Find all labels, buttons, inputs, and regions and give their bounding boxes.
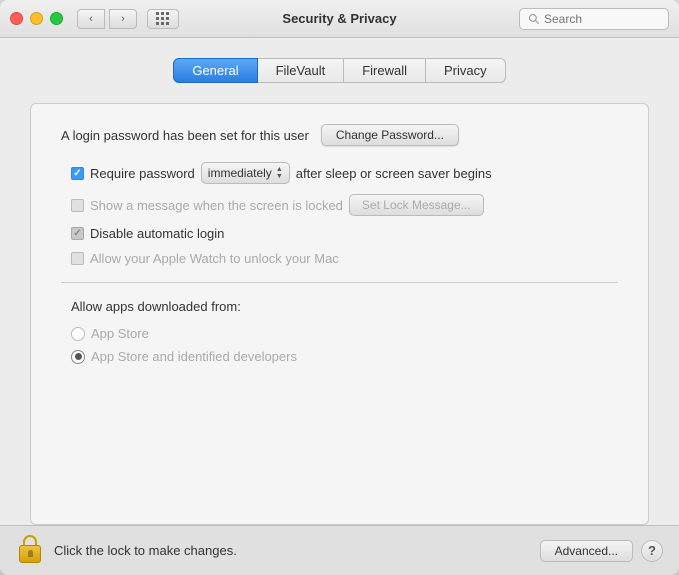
lock-icon[interactable] [16, 535, 44, 567]
grid-icon [156, 12, 170, 26]
allow-watch-checkbox[interactable] [71, 252, 84, 265]
search-input[interactable] [544, 12, 654, 26]
lock-keyhole [28, 550, 33, 557]
disable-autologin-row: Disable automatic login [71, 226, 618, 241]
allow-apps-title: Allow apps downloaded from: [71, 299, 618, 314]
tab-filevault[interactable]: FileVault [258, 58, 345, 83]
maximize-button[interactable] [50, 12, 63, 25]
radio-app-store[interactable] [71, 327, 85, 341]
show-message-checkbox[interactable] [71, 199, 84, 212]
content: General FileVault Firewall Privacy A log… [0, 38, 679, 525]
tab-firewall[interactable]: Firewall [344, 58, 426, 83]
immediately-dropdown[interactable]: immediately ▲ ▼ [201, 162, 290, 184]
immediately-value: immediately [208, 166, 272, 180]
dropdown-arrows-icon: ▲ ▼ [276, 166, 283, 180]
require-password-label: Require password [90, 166, 195, 181]
divider [61, 282, 618, 283]
nav-buttons: ‹ › [77, 9, 137, 29]
lock-shackle [23, 535, 37, 545]
lock-message-text: Click the lock to make changes. [54, 543, 237, 558]
after-sleep-text: after sleep or screen saver begins [296, 166, 492, 181]
minimize-button[interactable] [30, 12, 43, 25]
main-panel: A login password has been set for this u… [30, 103, 649, 525]
radio-app-store-row: App Store [71, 326, 618, 341]
window: ‹ › Security & Privacy General FileVault… [0, 0, 679, 575]
search-icon [528, 13, 540, 25]
lock-body [19, 545, 41, 563]
grid-view-button[interactable] [147, 9, 179, 29]
set-lock-message-button[interactable]: Set Lock Message... [349, 194, 484, 216]
require-password-row: Require password immediately ▲ ▼ after s… [71, 162, 618, 184]
search-box[interactable] [519, 8, 669, 30]
bottom-bar: Click the lock to make changes. Advanced… [0, 525, 679, 575]
advanced-button[interactable]: Advanced... [540, 540, 633, 562]
change-password-button[interactable]: Change Password... [321, 124, 459, 146]
tab-general[interactable]: General [173, 58, 257, 83]
radio-app-store-label: App Store [91, 326, 149, 341]
forward-button[interactable]: › [109, 9, 137, 29]
close-button[interactable] [10, 12, 23, 25]
show-message-label: Show a message when the screen is locked [90, 198, 343, 213]
login-password-text: A login password has been set for this u… [61, 128, 309, 143]
require-password-checkbox[interactable] [71, 167, 84, 180]
disable-autologin-checkbox[interactable] [71, 227, 84, 240]
show-message-row: Show a message when the screen is locked… [71, 194, 618, 216]
options-section: Require password immediately ▲ ▼ after s… [71, 162, 618, 266]
bottom-right-controls: Advanced... ? [540, 540, 663, 562]
back-button[interactable]: ‹ [77, 9, 105, 29]
radio-identified-developers[interactable] [71, 350, 85, 364]
login-password-row: A login password has been set for this u… [61, 124, 618, 146]
titlebar: ‹ › Security & Privacy [0, 0, 679, 38]
allow-watch-label: Allow your Apple Watch to unlock your Ma… [90, 251, 339, 266]
tabs: General FileVault Firewall Privacy [30, 58, 649, 83]
help-button[interactable]: ? [641, 540, 663, 562]
radio-identified-row: App Store and identified developers [71, 349, 618, 364]
allow-apps-section: Allow apps downloaded from: App Store Ap… [61, 299, 618, 364]
radio-identified-label: App Store and identified developers [91, 349, 297, 364]
disable-autologin-label: Disable automatic login [90, 226, 224, 241]
allow-watch-row: Allow your Apple Watch to unlock your Ma… [71, 251, 618, 266]
window-title: Security & Privacy [282, 11, 396, 26]
tab-privacy[interactable]: Privacy [426, 58, 506, 83]
traffic-lights [10, 12, 63, 25]
